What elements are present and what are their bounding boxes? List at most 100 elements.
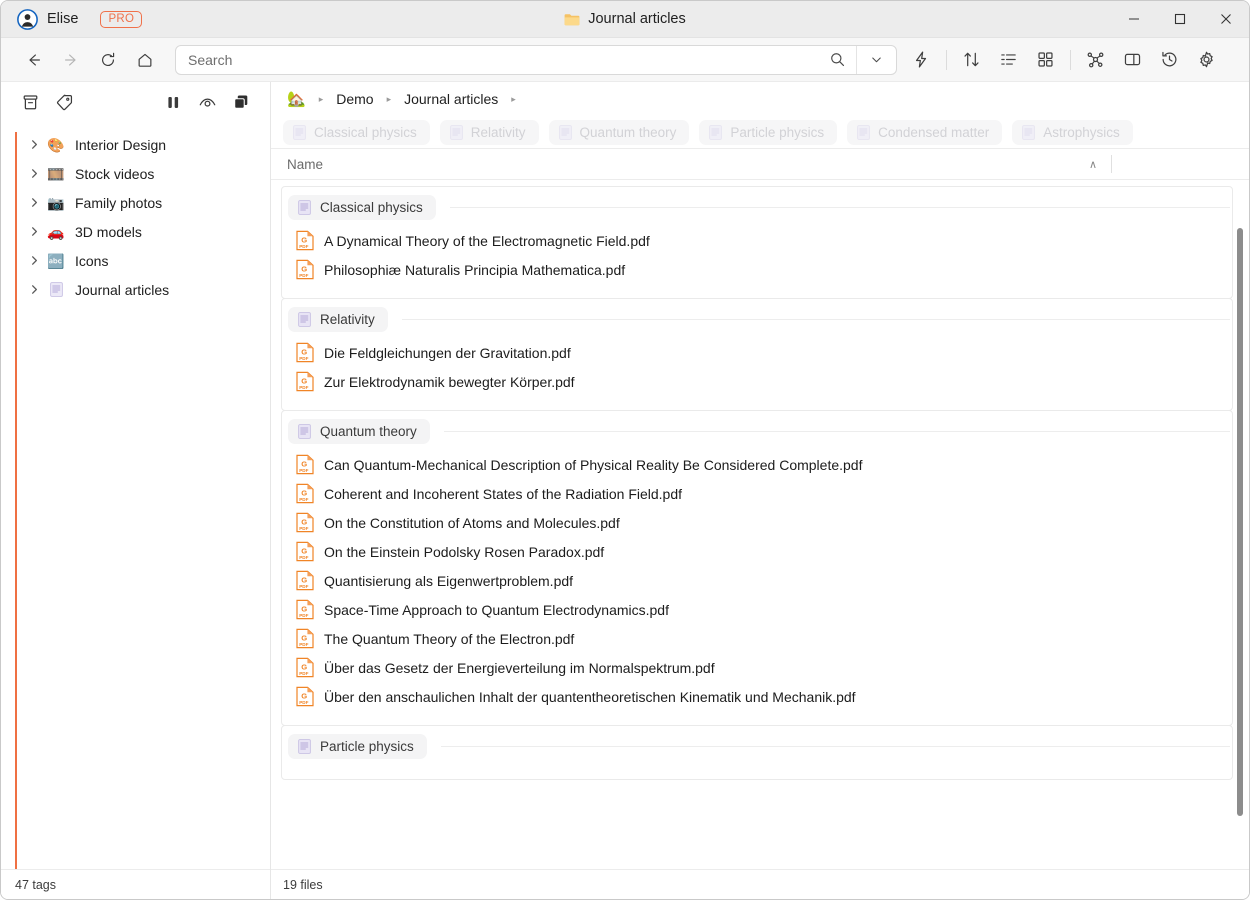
tree-item-label: 3D models [75,223,142,240]
group-chip[interactable]: Relativity [288,307,388,332]
user-account[interactable]: Elise PRO [1,8,143,30]
breadcrumb-item-journal-articles[interactable]: Journal articles [400,89,502,109]
group-chip[interactable]: Quantum theory [288,419,430,444]
quick-actions-button[interactable] [903,43,940,76]
svg-text:PDF: PDF [299,273,308,278]
tree-item-interior-design[interactable]: 🎨 Interior Design [1,130,270,159]
svg-text:PDF: PDF [299,468,308,473]
file-row[interactable]: G PDF On the Einstein Podolsky Rosen Par… [282,537,1232,566]
svg-text:G: G [301,264,307,273]
back-button[interactable] [15,43,52,76]
minimize-icon [1129,18,1139,20]
breadcrumb-separator: ▸ [511,93,516,104]
group-chip[interactable]: Classical physics [288,195,436,220]
file-row[interactable]: G PDF Philosophiæ Naturalis Principia Ma… [282,255,1232,284]
file-row[interactable]: G PDF Über den anschaulichen Inhalt der … [282,682,1232,711]
history-button[interactable] [1151,43,1188,76]
tree-item-3d-models[interactable]: 🚗 3D models [1,217,270,246]
file-row[interactable]: G PDF Space-Time Approach to Quantum Ele… [282,595,1232,624]
vertical-scrollbar[interactable] [1237,228,1243,816]
home-button[interactable] [126,43,163,76]
file-group-relativity: Relativity G PDF Die Feldgleichungen der… [281,298,1233,411]
file-row[interactable]: G PDF A Dynamical Theory of the Electrom… [282,226,1232,255]
layers-button[interactable] [224,87,258,117]
file-row[interactable]: G PDF Can Quantum-Mechanical Description… [282,450,1232,479]
svg-text:G: G [301,546,307,555]
archive-button[interactable] [13,87,47,117]
expand-chevron-icon[interactable] [23,192,45,214]
folder-emoji-icon: 🔤 [47,252,65,269]
pdf-file-icon: G PDF [296,628,314,649]
tree-item-stock-videos[interactable]: 🎞️ Stock videos [1,159,270,188]
reload-icon [101,52,114,66]
graph-view-button[interactable] [1077,43,1114,76]
chevron-down-icon [872,57,881,63]
file-row[interactable]: G PDF Die Feldgleichungen der Gravitatio… [282,338,1232,367]
expand-chevron-icon[interactable] [23,221,45,243]
tag-chip-quantum-theory[interactable]: Quantum theory [548,119,690,145]
column-header-name[interactable]: Name [287,157,323,172]
svg-text:G: G [301,575,307,584]
search-submit-button[interactable] [818,46,856,74]
file-row[interactable]: G PDF Über das Gesetz der Energieverteil… [282,653,1232,682]
sort-button[interactable] [953,43,990,76]
document-icon [298,739,311,754]
file-name: On the Einstein Podolsky Rosen Paradox.p… [324,543,605,560]
breadcrumb-home-icon[interactable]: 🏡 [283,92,310,107]
tag-chip-classical-physics[interactable]: Classical physics [283,119,430,145]
file-row[interactable]: G PDF Quantisierung als Eigenwertproblem… [282,566,1232,595]
sort-ascending-icon[interactable]: ∧ [1075,158,1111,171]
column-divider[interactable] [1111,155,1112,173]
tag-chip-label: Relativity [470,124,526,140]
svg-text:PDF: PDF [299,356,308,361]
tag-chip-relativity[interactable]: Relativity [439,119,539,145]
expand-chevron-icon[interactable] [23,134,45,156]
minimize-button[interactable] [1111,1,1157,38]
list-view-button[interactable] [990,43,1027,76]
avatar-icon [17,8,38,30]
tree-item-journal-articles[interactable]: Journal articles [1,275,270,304]
tree-item-label: Interior Design [75,136,167,153]
panel-toggle-button[interactable] [1114,43,1151,76]
search-bar[interactable] [175,44,897,75]
tree-item-family-photos[interactable]: 📷 Family photos [1,188,270,217]
expand-chevron-icon[interactable] [23,279,45,301]
breadcrumb: 🏡 ▸ Demo ▸ Journal articles ▸ [271,82,1249,116]
file-row[interactable]: G PDF On the Constitution of Atoms and M… [282,508,1232,537]
column-header-right: ∧ [1075,155,1249,173]
pdf-file-icon: G PDF [296,599,314,620]
preview-button[interactable] [190,87,224,117]
tree-item-icons[interactable]: 🔤 Icons [1,246,270,275]
maximize-button[interactable] [1157,1,1203,38]
column-header-row: Name ∧ [271,148,1249,180]
svg-text:PDF: PDF [299,497,308,502]
grid-view-button[interactable] [1027,43,1064,76]
sidebar: 🎨 Interior Design 🎞️ Stock videos 📷 Fami… [1,82,271,899]
file-row[interactable]: G PDF Coherent and Incoherent States of … [282,479,1232,508]
svg-text:PDF: PDF [299,613,308,618]
file-row[interactable]: G PDF Zur Elektrodynamik bewegter Körper… [282,367,1232,396]
svg-text:PDF: PDF [299,555,308,560]
reload-button[interactable] [89,43,126,76]
expand-chevron-icon[interactable] [23,250,45,272]
columns-button[interactable] [156,87,190,117]
tag-chip-condensed-matter[interactable]: Condensed matter [847,119,1003,145]
search-input[interactable] [176,51,818,68]
tags-button[interactable] [47,87,81,117]
tag-chip-astrophysics[interactable]: Astrophysics [1012,119,1133,145]
breadcrumb-separator: ▸ [318,93,324,104]
back-arrow-icon [28,53,40,66]
tag-chip-particle-physics[interactable]: Particle physics [699,119,838,145]
tag-chip-label: Particle physics [730,124,825,140]
settings-button[interactable] [1188,43,1225,76]
close-button[interactable] [1203,1,1249,38]
forward-button[interactable] [52,43,89,76]
group-chip[interactable]: Particle physics [288,734,427,759]
pro-badge[interactable]: PRO [100,10,143,28]
svg-text:G: G [301,662,307,671]
expand-chevron-icon[interactable] [23,163,45,185]
breadcrumb-item-demo[interactable]: Demo [332,89,377,109]
pdf-file-icon: G PDF [296,259,314,280]
search-options-button[interactable] [856,45,896,74]
file-row[interactable]: G PDF The Quantum Theory of the Electron… [282,624,1232,653]
